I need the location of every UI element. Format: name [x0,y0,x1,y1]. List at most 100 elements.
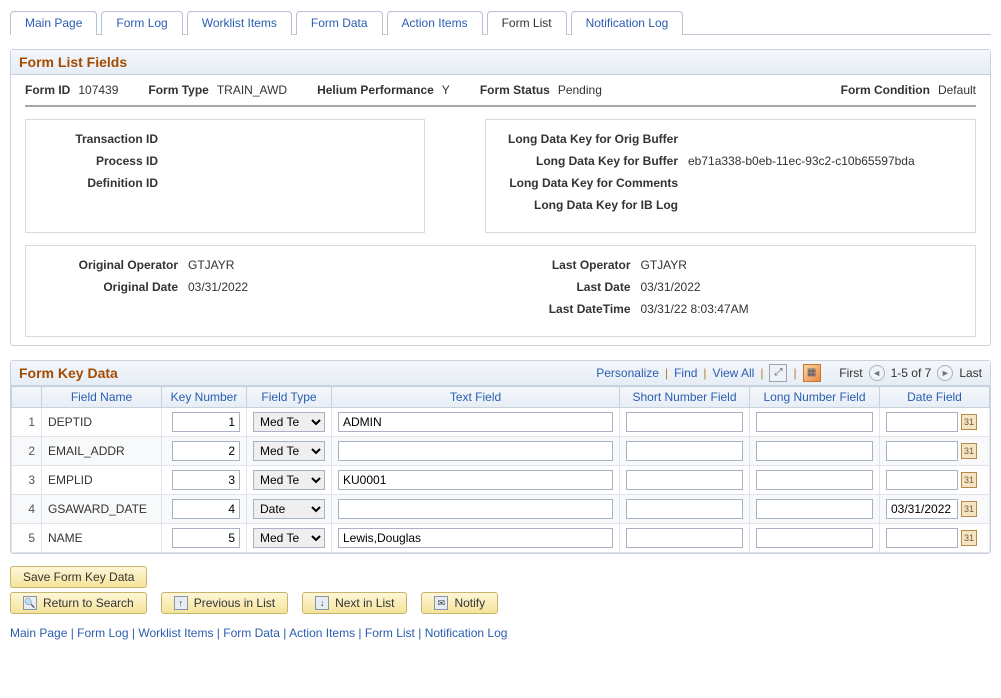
long-number-input[interactable] [756,528,873,548]
view-all-link[interactable]: View All [713,366,755,380]
next-in-list-button[interactable]: ↓Next in List [302,592,407,614]
short-number-input[interactable] [626,499,743,519]
buffer-label: Long Data Key for Buffer [508,154,688,168]
personalize-link[interactable]: Personalize [596,366,659,380]
page-range: 1-5 of 7 [891,366,932,380]
col-field-type[interactable]: Field Type [247,387,332,408]
col-field-name[interactable]: Field Name [42,387,162,408]
date-field-input[interactable] [886,441,958,461]
key-number-input[interactable] [172,441,240,461]
bottom-link-form-log[interactable]: Form Log [77,626,128,640]
form-type-label: Form Type [148,83,208,97]
panel-title: Form List Fields [11,50,990,75]
return-to-search-button[interactable]: 🔍Return to Search [10,592,147,614]
last-date-label: Last Date [501,280,641,294]
field-type-select[interactable]: Med TeDate [253,441,325,461]
next-page-icon[interactable]: ► [937,365,953,381]
orig-date-value: 03/31/2022 [188,280,501,294]
long-number-input[interactable] [756,441,873,461]
calendar-icon[interactable]: 31 [961,414,977,430]
row-number: 4 [12,495,42,524]
short-number-input[interactable] [626,441,743,461]
short-number-input[interactable] [626,412,743,432]
tab-notification-log[interactable]: Notification Log [571,11,684,35]
field-type-select[interactable]: Med TeDate [253,499,325,519]
col-date-field[interactable]: Date Field [880,387,990,408]
short-number-input[interactable] [626,528,743,548]
helium-value: Y [442,83,450,97]
long-number-input[interactable] [756,470,873,490]
tab-main-page[interactable]: Main Page [10,11,97,35]
last-operator-label: Last Operator [501,258,641,272]
field-type-select[interactable]: Med TeDate [253,470,325,490]
field-type-select[interactable]: Med TeDate [253,528,325,548]
key-number-input[interactable] [172,470,240,490]
row-number: 2 [12,437,42,466]
last-datetime-label: Last DateTime [501,302,641,316]
date-field-input[interactable] [886,499,958,519]
origin-info-box: Original OperatorGTJAYR Original Date03/… [25,245,976,337]
form-status-value: Pending [558,83,602,97]
comments-label: Long Data Key for Comments [508,176,688,190]
bottom-link-form-list[interactable]: Form List [365,626,415,640]
key-number-input[interactable] [172,528,240,548]
key-number-input[interactable] [172,499,240,519]
text-field-input[interactable] [338,470,613,490]
previous-in-list-button[interactable]: ↑Previous in List [161,592,288,614]
save-form-key-data-button[interactable]: Save Form Key Data [10,566,147,588]
calendar-icon[interactable]: 31 [961,472,977,488]
col-text-field[interactable]: Text Field [332,387,620,408]
date-field-input[interactable] [886,528,958,548]
helium-label: Helium Performance [317,83,434,97]
long-number-input[interactable] [756,412,873,432]
bottom-link-notification-log[interactable]: Notification Log [425,626,508,640]
date-field-input[interactable] [886,412,958,432]
tab-form-data[interactable]: Form Data [296,11,383,35]
last-link[interactable]: Last [959,366,982,380]
text-field-input[interactable] [338,499,613,519]
tab-action-items[interactable]: Action Items [387,11,483,35]
long-number-input[interactable] [756,499,873,519]
arrow-up-icon: ↑ [174,596,188,610]
field-name-cell: GSAWARD_DATE [42,495,162,524]
first-link[interactable]: First [839,366,862,380]
long-data-keys-box: Long Data Key for Orig Buffer Long Data … [485,119,976,233]
tab-form-log[interactable]: Form Log [101,11,182,35]
col-key-number[interactable]: Key Number [162,387,247,408]
field-name-cell: EMAIL_ADDR [42,437,162,466]
bottom-link-main-page[interactable]: Main Page [10,626,67,640]
table-row: 1DEPTIDMed TeDate31 [12,408,990,437]
key-number-input[interactable] [172,412,240,432]
zoom-icon[interactable]: ⤢ [769,364,787,382]
bottom-link-worklist-items[interactable]: Worklist Items [138,626,213,640]
form-id-value: 107439 [78,83,118,97]
orig-date-label: Original Date [48,280,188,294]
buffer-value: eb71a338-b0eb-11ec-93c2-c10b65597bda [688,154,953,168]
bottom-link-action-items[interactable]: Action Items [289,626,355,640]
col-rownum[interactable] [12,387,42,408]
text-field-input[interactable] [338,528,613,548]
form-key-data-grid: Field Name Key Number Field Type Text Fi… [11,386,990,553]
date-field-input[interactable] [886,470,958,490]
field-type-select[interactable]: Med TeDate [253,412,325,432]
col-short-num[interactable]: Short Number Field [620,387,750,408]
text-field-input[interactable] [338,412,613,432]
notify-button[interactable]: ✉Notify [421,592,498,614]
calendar-icon[interactable]: 31 [961,443,977,459]
orig-buffer-label: Long Data Key for Orig Buffer [508,132,688,146]
text-field-input[interactable] [338,441,613,461]
calendar-icon[interactable]: 31 [961,501,977,517]
find-link[interactable]: Find [674,366,697,380]
prev-page-icon[interactable]: ◄ [869,365,885,381]
form-list-fields-panel: Form List Fields Form ID107439 Form Type… [10,49,991,346]
ids-box: Transaction ID Process ID Definition ID [25,119,425,233]
calendar-icon[interactable]: 31 [961,530,977,546]
tab-worklist-items[interactable]: Worklist Items [187,11,292,35]
bottom-link-form-data[interactable]: Form Data [223,626,280,640]
short-number-input[interactable] [626,470,743,490]
download-icon[interactable]: ▦ [803,364,821,382]
orig-operator-label: Original Operator [48,258,188,272]
table-row: 5NAMEMed TeDate31 [12,524,990,553]
tab-form-list[interactable]: Form List [487,11,567,35]
col-long-num[interactable]: Long Number Field [750,387,880,408]
